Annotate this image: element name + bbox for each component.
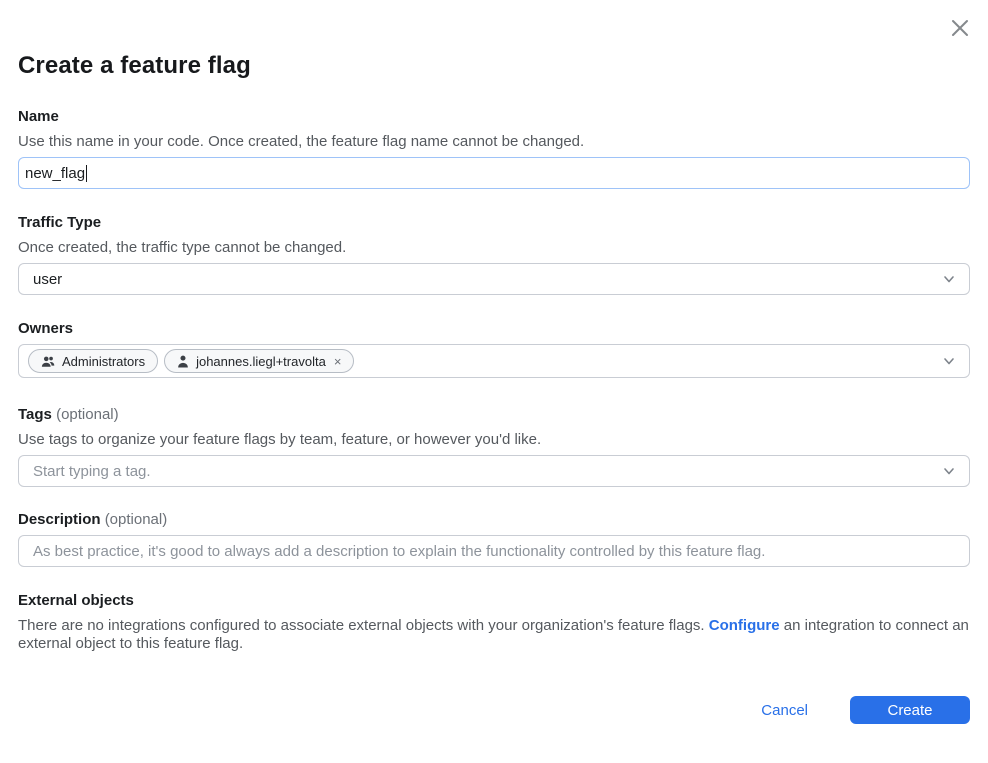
owners-field-group: Owners Administrators johannes.liegl+tra… — [18, 320, 970, 378]
owners-label: Owners — [18, 320, 970, 337]
tags-field-group: Tags (optional) Use tags to organize you… — [18, 406, 970, 487]
tags-placeholder: Start typing a tag. — [19, 463, 151, 480]
name-help-text: Use this name in your code. Once created… — [18, 133, 970, 150]
name-field-group: Name Use this name in your code. Once cr… — [18, 108, 970, 189]
create-feature-flag-dialog: Create a feature flag Name Use this name… — [0, 0, 988, 653]
description-optional-label: (optional) — [105, 511, 168, 528]
text-caret — [86, 165, 87, 182]
person-icon — [177, 355, 189, 368]
owner-chip-user[interactable]: johannes.liegl+travolta × — [164, 349, 354, 373]
traffic-type-select[interactable]: user — [18, 263, 970, 295]
external-objects-text-before: There are no integrations configured to … — [18, 617, 709, 634]
external-objects-text: There are no integrations configured to … — [18, 617, 970, 653]
chevron-down-icon — [941, 271, 957, 287]
description-field-group: Description (optional) — [18, 511, 970, 567]
description-label: Description (optional) — [18, 511, 970, 528]
remove-owner-icon[interactable]: × — [334, 355, 342, 368]
tags-optional-label: (optional) — [56, 406, 119, 423]
description-text-input[interactable] — [19, 536, 969, 566]
dialog-title: Create a feature flag — [18, 0, 970, 80]
tags-label: Tags (optional) — [18, 406, 970, 423]
external-objects-section: External objects There are no integratio… — [18, 592, 970, 653]
configure-link[interactable]: Configure — [709, 617, 780, 634]
chevron-down-icon — [941, 463, 957, 479]
traffic-type-field-group: Traffic Type Once created, the traffic t… — [18, 214, 970, 295]
owners-select[interactable]: Administrators johannes.liegl+travolta × — [18, 344, 970, 378]
dialog-footer: Cancel Create — [761, 696, 970, 724]
traffic-type-label: Traffic Type — [18, 214, 970, 231]
cancel-button[interactable]: Cancel — [761, 702, 808, 719]
name-input-value: new_flag — [25, 165, 85, 182]
traffic-type-value: user — [19, 271, 62, 288]
description-input[interactable] — [18, 535, 970, 567]
tags-help-text: Use tags to organize your feature flags … — [18, 431, 970, 448]
tags-select[interactable]: Start typing a tag. — [18, 455, 970, 487]
owner-chip-label: Administrators — [62, 354, 145, 369]
name-input[interactable]: new_flag — [18, 157, 970, 189]
chevron-down-icon — [941, 353, 957, 369]
create-button[interactable]: Create — [850, 696, 970, 724]
owner-chip-label: johannes.liegl+travolta — [196, 354, 326, 369]
name-label: Name — [18, 108, 970, 125]
close-button[interactable] — [946, 14, 974, 42]
external-objects-label: External objects — [18, 592, 970, 609]
traffic-type-help-text: Once created, the traffic type cannot be… — [18, 239, 970, 256]
close-icon — [949, 17, 971, 39]
owner-chip-administrators[interactable]: Administrators — [28, 349, 158, 373]
group-icon — [41, 355, 55, 368]
